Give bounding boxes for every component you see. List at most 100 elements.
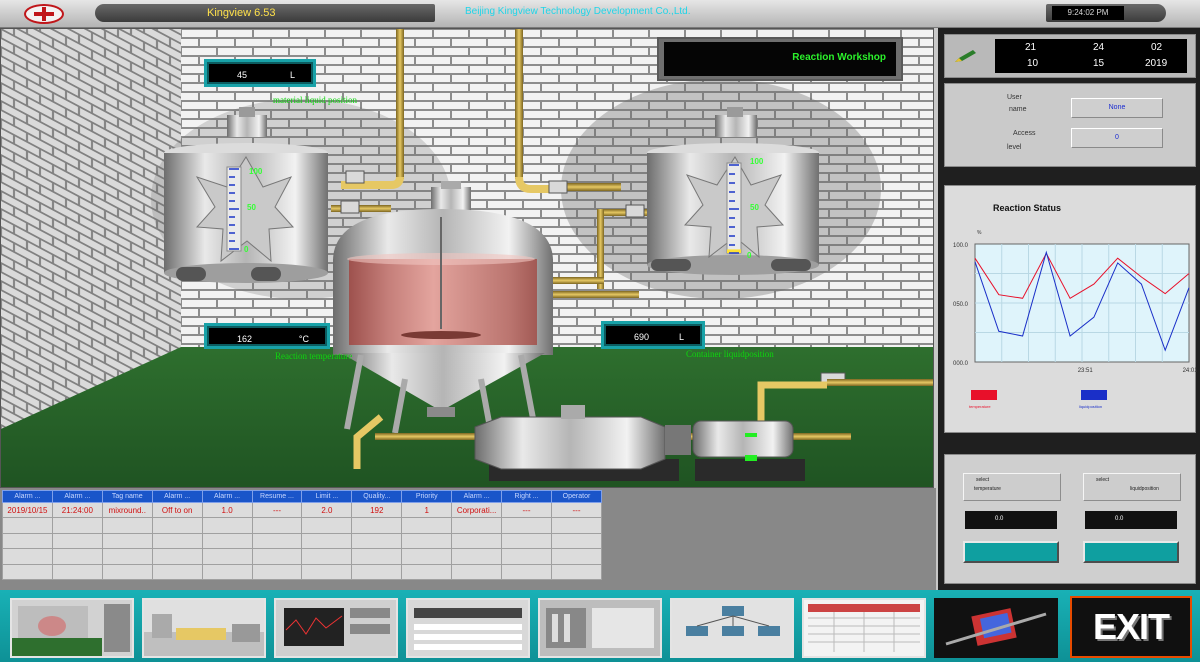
table-cell (251, 563, 303, 581)
left-scale-0: 0 (244, 245, 249, 254)
table-cell (151, 548, 203, 565)
table-cell: --- (501, 501, 552, 519)
table-cell (201, 517, 253, 534)
table-cell (301, 517, 353, 534)
select-value-right: liquidposition (1130, 486, 1159, 492)
table-cell (151, 563, 203, 581)
table-cell (501, 563, 552, 581)
chart-ylabel: % (977, 230, 982, 236)
value-display-left: 0.0 (965, 511, 1057, 529)
alarm-col-header[interactable]: Alarm ... (2, 490, 53, 503)
bottom-nav: EXIT (0, 590, 1200, 662)
select-title-right: select (1096, 477, 1110, 483)
alarm-col-header[interactable]: Alarm ... (51, 490, 103, 503)
table-cell (251, 548, 303, 565)
container-display: 690 L (601, 321, 705, 349)
table-cell (151, 532, 203, 550)
select-liquidposition[interactable]: select liquidposition (1083, 473, 1181, 501)
nav-thumb-report[interactable] (406, 598, 530, 658)
table-cell (101, 548, 153, 565)
table-cell (550, 532, 603, 550)
temperature-display: 162 °C (204, 323, 330, 349)
table-cell (351, 563, 403, 581)
alarm-col-header[interactable]: Operator (550, 490, 603, 503)
alarm-header-row: Alarm ... Alarm ... Tag name Alarm ... Alarm… (2, 490, 603, 503)
table-cell: Off to on (151, 501, 203, 519)
user-name-field[interactable]: None (1071, 98, 1163, 118)
alarm-col-header[interactable]: Alarm ... (151, 490, 203, 503)
table-row[interactable] (2, 563, 603, 581)
alarm-col-header[interactable]: Limit ... (301, 490, 353, 503)
chart-y-tick: 100.0 (953, 243, 969, 249)
table-row[interactable]: 2019/10/15 21:24:00 mixround.. Off to on 1.0… (2, 501, 603, 519)
table-cell (2, 532, 53, 550)
table-row[interactable] (2, 548, 603, 565)
table-cell (2, 548, 53, 565)
alarm-col-header[interactable]: Resume ... (251, 490, 303, 503)
access-level-field[interactable]: 0 (1071, 128, 1163, 148)
alarm-col-header[interactable]: Alarm ... (451, 490, 503, 503)
table-cell (2, 563, 53, 581)
table-cell (151, 517, 203, 534)
temperature-caption: Reaction temperature (275, 351, 353, 361)
table-cell: 2019/10/15 (2, 501, 53, 519)
nav-thumb-storage[interactable] (142, 598, 266, 658)
exit-button[interactable]: EXIT (1070, 596, 1192, 658)
table-row[interactable] (2, 517, 603, 534)
select-value-left: temperature (974, 486, 1001, 492)
nav-thumb-network[interactable] (670, 598, 794, 658)
action-button-right[interactable] (1083, 541, 1179, 563)
title-clock: 9:24:02 PM (1052, 6, 1124, 20)
name-label: name (1009, 106, 1027, 113)
table-cell (501, 548, 552, 565)
clock-display: 21 24 02 10 15 2019 (995, 39, 1187, 73)
table-cell: Corporati... (451, 501, 503, 519)
workshop-label: Reaction Workshop (664, 42, 896, 76)
table-cell (550, 563, 603, 581)
table-cell (51, 548, 103, 565)
container-unit: L (678, 332, 684, 342)
nav-thumb-trend[interactable] (274, 598, 398, 658)
select-temperature[interactable]: select temperature (963, 473, 1061, 501)
action-button-left[interactable] (963, 541, 1059, 563)
nav-thumb-reaction-workshop[interactable] (10, 598, 134, 658)
table-cell: --- (251, 501, 303, 519)
alarm-col-header[interactable]: Quality... (351, 490, 403, 503)
nav-thumb-control[interactable] (538, 598, 662, 658)
material-unit: L (289, 70, 295, 80)
title-clock-slot: 9:24:02 PM (1046, 4, 1166, 22)
table-cell (451, 563, 503, 581)
user-panel: User name Access level None 0 (944, 83, 1196, 167)
reaction-status-chart: Reaction Status % 100.0 050.0 000.0 23:51 24:… (944, 185, 1197, 433)
container-caption: Container liquidposition (686, 349, 774, 359)
table-cell (351, 517, 403, 534)
table-cell (351, 548, 403, 565)
clock-minute: 24 (1093, 42, 1105, 53)
clock-year: 2019 (1145, 58, 1168, 69)
user-label: User (1007, 94, 1022, 101)
alarm-col-header[interactable]: Alarm ... (201, 490, 253, 503)
alarm-col-header[interactable]: Priority (401, 490, 453, 503)
access-label: Access (1013, 130, 1036, 137)
nav-thumb-records[interactable] (802, 598, 926, 658)
table-cell: 192 (351, 501, 403, 519)
table-cell (251, 532, 303, 550)
control-right: select liquidposition 0.0 (1081, 465, 1187, 579)
chart-y-tick: 000.0 (953, 361, 969, 367)
nav-thumb-tools[interactable] (934, 598, 1058, 658)
clock-panel: 21 24 02 10 15 2019 (944, 34, 1196, 78)
scene-graphics (1, 29, 933, 487)
right-panel: 21 24 02 10 15 2019 User name Access lev… (938, 28, 1200, 590)
alarm-col-header[interactable]: Tag name (101, 490, 153, 503)
level-label: level (1007, 144, 1022, 151)
right-scale-100: 100 (750, 157, 764, 166)
table-cell (451, 517, 503, 534)
chart-y-tick: 050.0 (953, 302, 969, 308)
alarm-col-header[interactable]: Right ... (501, 490, 552, 503)
table-cell (401, 517, 453, 534)
table-row[interactable] (2, 532, 603, 550)
company-name: Beijing Kingview Technology Development … (465, 6, 691, 17)
chart-legend-swatch (1081, 390, 1107, 400)
container-value: 690 (634, 332, 650, 342)
table-cell (101, 563, 153, 581)
